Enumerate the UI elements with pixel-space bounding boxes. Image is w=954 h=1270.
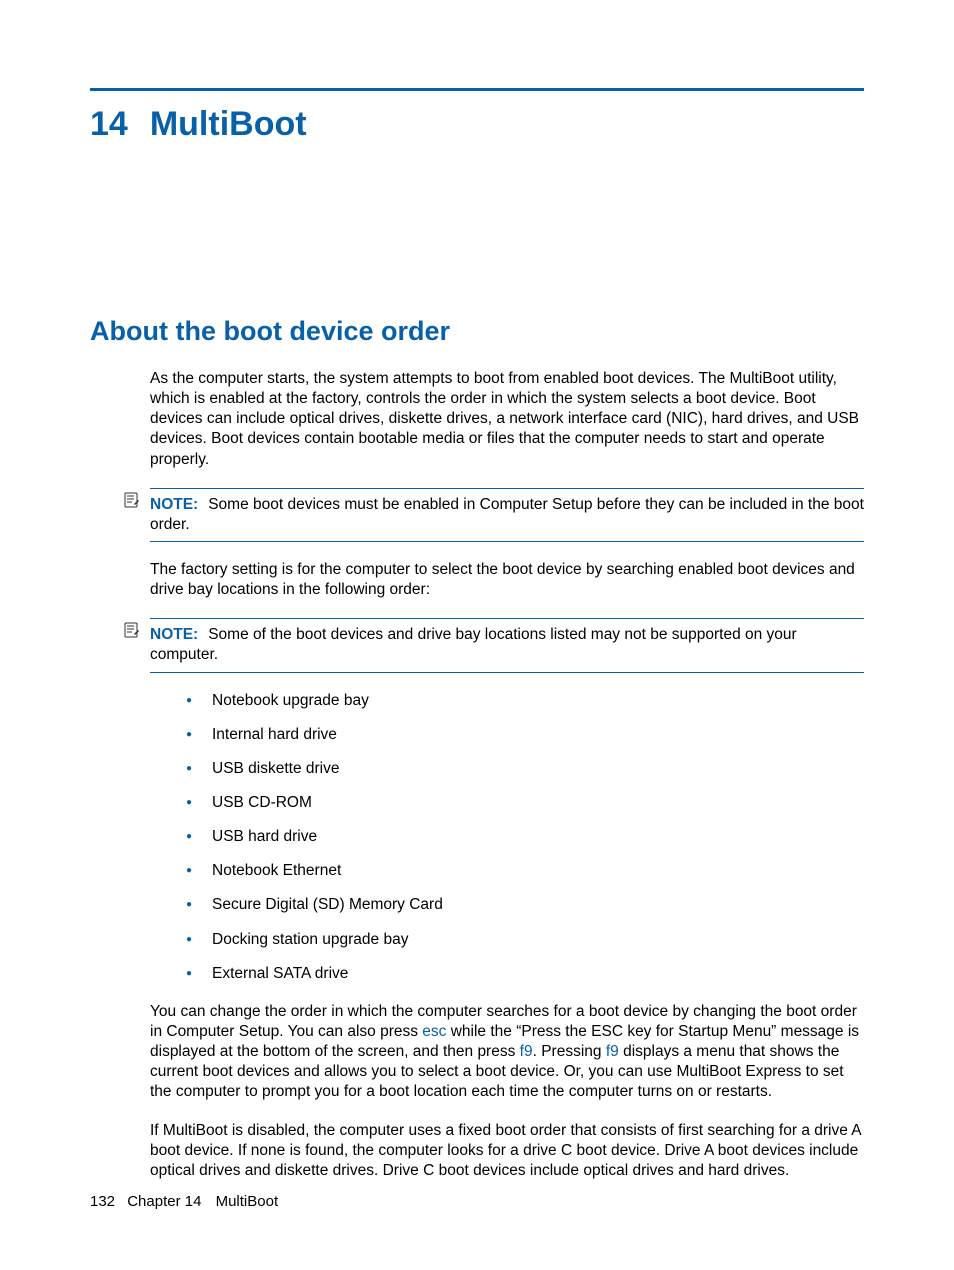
change-order-paragraph: You can change the order in which the co… bbox=[150, 1002, 864, 1103]
intro-paragraph: As the computer starts, the system attem… bbox=[150, 369, 864, 470]
chapter-heading: 14 MultiBoot bbox=[90, 105, 864, 144]
note-label: NOTE: bbox=[150, 626, 198, 643]
page-footer: 132 Chapter 14 MultiBoot bbox=[90, 1193, 278, 1210]
list-item: Notebook Ethernet bbox=[186, 861, 864, 881]
list-item: USB diskette drive bbox=[186, 759, 864, 779]
note-icon bbox=[124, 622, 140, 641]
note-1: NOTE:Some boot devices must be enabled i… bbox=[150, 488, 864, 542]
list-item: Notebook upgrade bay bbox=[186, 691, 864, 711]
f9-key: f9 bbox=[606, 1043, 619, 1060]
footer-chapter-title: MultiBoot bbox=[216, 1193, 279, 1210]
page-number: 132 bbox=[90, 1193, 115, 1210]
note-text: Some of the boot devices and drive bay l… bbox=[150, 626, 797, 663]
chapter-number: 14 bbox=[90, 105, 128, 144]
note-icon bbox=[124, 492, 140, 511]
factory-paragraph: The factory setting is for the computer … bbox=[150, 560, 864, 600]
esc-key: esc bbox=[422, 1023, 446, 1040]
f9-key: f9 bbox=[520, 1043, 533, 1060]
list-item: USB CD-ROM bbox=[186, 793, 864, 813]
top-rule bbox=[90, 88, 864, 91]
boot-order-list: Notebook upgrade bay Internal hard drive… bbox=[186, 691, 864, 984]
disabled-paragraph: If MultiBoot is disabled, the computer u… bbox=[150, 1121, 864, 1181]
note-label: NOTE: bbox=[150, 496, 198, 513]
chapter-title: MultiBoot bbox=[150, 105, 307, 143]
list-item: Internal hard drive bbox=[186, 725, 864, 745]
footer-chapter-label: Chapter 14 bbox=[127, 1193, 201, 1210]
note-2: NOTE:Some of the boot devices and drive … bbox=[150, 618, 864, 672]
list-item: USB hard drive bbox=[186, 827, 864, 847]
p3-seg3: . Pressing bbox=[533, 1043, 606, 1060]
list-item: Secure Digital (SD) Memory Card bbox=[186, 895, 864, 915]
note-text: Some boot devices must be enabled in Com… bbox=[150, 496, 864, 533]
list-item: Docking station upgrade bay bbox=[186, 930, 864, 950]
list-item: External SATA drive bbox=[186, 964, 864, 984]
section-heading: About the boot device order bbox=[90, 316, 864, 347]
